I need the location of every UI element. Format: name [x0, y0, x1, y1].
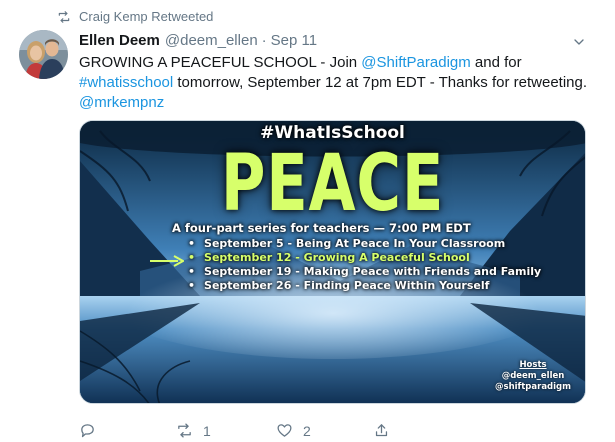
hosts-block: Hosts @deem_ellen @shiftparadigm — [495, 360, 571, 393]
bullet: • — [188, 251, 196, 264]
hosts-title: Hosts — [519, 360, 547, 370]
retweet-label[interactable]: Craig Kemp Retweeted — [79, 9, 213, 24]
share-button[interactable] — [373, 422, 390, 439]
mention-link[interactable]: @ShiftParadigm — [361, 54, 470, 71]
bullet: • — [188, 279, 196, 292]
retweet-context: Craig Kemp Retweeted — [57, 9, 213, 24]
tweet-actions: 1 2 — [79, 422, 419, 442]
host-handle: @deem_ellen — [501, 371, 565, 381]
tweet-text-part: GROWING A PEACEFUL SCHOOL - Join — [79, 54, 362, 71]
author-name[interactable]: Ellen Deem — [79, 32, 160, 49]
mention-link[interactable]: @mrkempnz — [79, 94, 164, 111]
hashtag-link[interactable]: #whatisschool — [79, 74, 173, 91]
avatar[interactable] — [19, 30, 68, 79]
host-handle: @shiftparadigm — [495, 382, 571, 392]
like-count: 2 — [303, 422, 311, 439]
tweet-text-part: tomorrow, September 12 at 7pm EDT - Than… — [173, 74, 588, 91]
session-text: September 12 - Growing A Peaceful School — [204, 251, 470, 264]
session-item: • September 5 - Being At Peace In Your Cl… — [188, 237, 541, 251]
like-button[interactable]: 2 — [276, 422, 311, 439]
series-intro: A four-part series for teachers — 7:00 P… — [172, 221, 471, 235]
reply-icon — [81, 424, 94, 438]
session-item: • September 26 - Finding Peace Within You… — [188, 279, 541, 293]
retweet-button[interactable]: 1 — [176, 422, 211, 439]
image-title: PEACE — [220, 139, 445, 229]
bullet: • — [188, 265, 196, 278]
header-separator: · — [261, 32, 267, 49]
session-text: September 5 - Being At Peace In Your Cla… — [204, 237, 506, 250]
author-handle[interactable]: @deem_ellen — [165, 32, 258, 49]
session-text: September 19 - Making Peace with Friends… — [204, 265, 542, 278]
share-icon — [375, 424, 388, 437]
tweet-text: GROWING A PEACEFUL SCHOOL - Join @ShiftP… — [79, 53, 599, 113]
heart-icon — [277, 424, 292, 437]
reply-button[interactable] — [79, 422, 106, 439]
chevron-down-icon[interactable] — [571, 34, 587, 50]
retweet-icon — [178, 423, 191, 438]
retweet-icon — [58, 10, 70, 23]
session-item: • September 19 - Making Peace with Friend… — [188, 265, 541, 279]
tweet-header: Ellen Deem @deem_ellen · Sep 11 — [79, 32, 317, 49]
tweet-date[interactable]: Sep 11 — [271, 32, 317, 49]
retweet-count: 1 — [203, 422, 211, 439]
session-text: September 26 - Finding Peace Within Your… — [204, 279, 490, 292]
arrow-right-icon — [150, 255, 184, 267]
tweet-text-part: and for — [470, 54, 522, 71]
bullet: • — [188, 237, 196, 250]
tweet-media-image[interactable]: #WhatIsSchool PEACE A four-part series f… — [79, 120, 586, 404]
session-list: • September 5 - Being At Peace In Your Cl… — [188, 237, 541, 293]
session-item-highlighted: • September 12 - Growing A Peaceful Schoo… — [188, 251, 541, 265]
